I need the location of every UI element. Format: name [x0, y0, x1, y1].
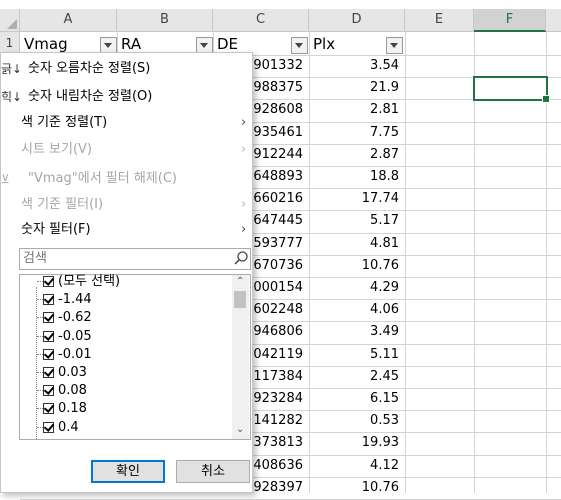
fill-handle[interactable]	[542, 95, 550, 103]
filter-dropdown-c[interactable]	[291, 37, 308, 54]
active-cell-f3[interactable]	[473, 76, 550, 103]
checkbox[interactable]	[43, 348, 54, 360]
column-header-b[interactable]: B	[117, 9, 213, 32]
cell-d[interactable]: 6.15	[309, 388, 405, 410]
cell-d[interactable]: 3.49	[309, 321, 405, 343]
sort-by-color-item[interactable]: 색 기준 정렬(T)	[21, 112, 107, 134]
filter-list-item[interactable]: -0.62	[58, 309, 92, 327]
checkbox[interactable]	[43, 276, 54, 287]
cell-d[interactable]: 2.81	[309, 99, 405, 121]
filter-list-item[interactable]: 0.4	[58, 419, 79, 437]
clear-filter-item: "Vmag"에서 필터 해제(C)	[28, 171, 177, 186]
sort-ascending-icon: 긁↓	[1, 62, 23, 76]
cell-d[interactable]: 4.06	[309, 299, 405, 321]
cell-d[interactable]: 21.9	[309, 77, 405, 99]
column-header-f[interactable]: F	[474, 9, 546, 32]
sheet-view-item: 시트 보기(V)	[21, 142, 93, 157]
cancel-button[interactable]: 취소	[176, 460, 250, 483]
checkbox[interactable]	[43, 421, 54, 433]
number-filters-item[interactable]: 숫자 필터(F)	[21, 219, 91, 241]
checkbox[interactable]	[43, 294, 54, 306]
clear-filter-icon: ⊻	[1, 172, 10, 186]
cell-d[interactable]: 10.76	[309, 255, 405, 277]
filter-search-input[interactable]: 검색	[19, 248, 251, 270]
ok-button[interactable]: 확인	[91, 460, 165, 483]
checkbox[interactable]	[43, 367, 54, 378]
filter-list-item[interactable]: -0.01	[58, 346, 92, 364]
cell-d[interactable]: 4.81	[309, 233, 405, 255]
checkbox[interactable]	[43, 403, 54, 415]
filter-list-item[interactable]: 0.08	[58, 382, 87, 400]
chevron-right-icon: ›	[241, 197, 247, 212]
column-header-a[interactable]: A	[20, 9, 117, 32]
select-all-corner[interactable]	[0, 9, 20, 32]
column-header-e[interactable]: E	[405, 9, 474, 32]
filter-list-item[interactable]: -0.05	[58, 328, 92, 346]
filter-by-color-item: 색 기준 필터(I)	[21, 197, 104, 212]
scroll-up-icon[interactable]: ⌃	[236, 276, 244, 287]
sort-descending-item[interactable]: 숫자 내림차순 정렬(O)	[28, 86, 152, 108]
cell-d[interactable]: 19.93	[309, 432, 405, 454]
search-icon	[233, 250, 249, 266]
cell-d[interactable]: 10.76	[309, 477, 405, 499]
scrollbar-thumb[interactable]	[234, 291, 246, 308]
scroll-down-icon[interactable]: ⌄	[236, 424, 244, 435]
sort-descending-icon: 힉↓	[1, 90, 23, 104]
cell-d[interactable]: 2.45	[309, 366, 405, 388]
filter-dropdown-d[interactable]	[386, 37, 403, 54]
column-header-c[interactable]: C	[213, 9, 309, 32]
cell-d1[interactable]: Plx	[309, 33, 389, 55]
filter-list-item[interactable]: 0.18	[58, 400, 87, 418]
column-header-g[interactable]	[546, 9, 561, 32]
sort-ascending-item[interactable]: 숫자 오름차순 정렬(S)	[28, 58, 150, 80]
chevron-right-icon: ›	[241, 222, 247, 237]
cell-d[interactable]: 4.29	[309, 277, 405, 299]
filter-list-item[interactable]: (모두 선택)	[58, 273, 120, 291]
chevron-right-icon: ›	[241, 115, 247, 130]
checkbox[interactable]	[43, 385, 54, 397]
filter-list-item[interactable]: 0.03	[58, 364, 87, 382]
cell-d[interactable]: 17.74	[309, 188, 405, 210]
cell-d[interactable]: 0.53	[309, 410, 405, 432]
gridline	[405, 32, 406, 493]
cell-d[interactable]: 5.11	[309, 344, 405, 366]
tree-line	[36, 287, 37, 439]
checkbox[interactable]	[43, 312, 54, 324]
checkbox[interactable]	[43, 330, 54, 342]
cell-d[interactable]: 3.54	[309, 55, 405, 77]
cell-d[interactable]: 4.12	[309, 455, 405, 477]
cell-d[interactable]: 5.17	[309, 210, 405, 232]
cell-d[interactable]: 18.8	[309, 166, 405, 188]
cell-d[interactable]: 7.75	[309, 122, 405, 144]
chevron-right-icon: ›	[241, 142, 247, 157]
gridline	[474, 32, 475, 493]
filter-list-item[interactable]: -1.44	[58, 291, 92, 309]
cell-d[interactable]: 2.87	[309, 144, 405, 166]
column-header-d[interactable]: D	[309, 9, 405, 32]
